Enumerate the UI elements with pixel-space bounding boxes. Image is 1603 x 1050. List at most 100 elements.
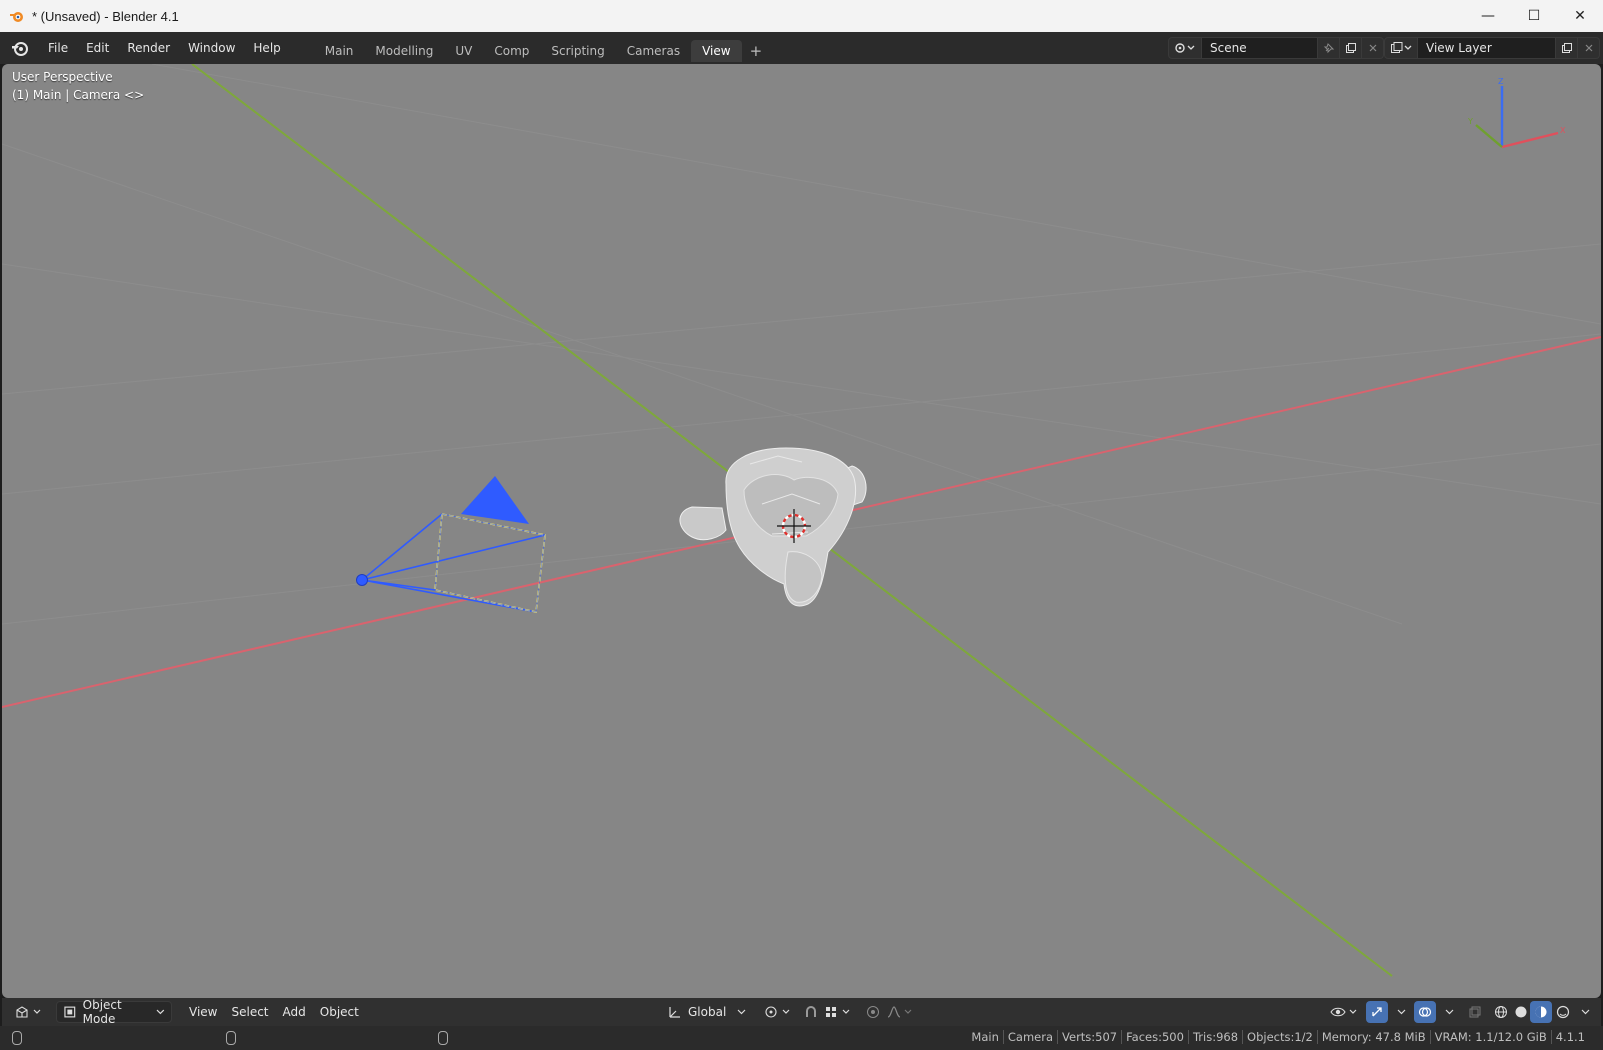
gizmos-toggle-button[interactable] (1366, 1001, 1388, 1023)
header-menu-object[interactable]: Object (313, 1001, 366, 1023)
xray-icon (1469, 1006, 1481, 1018)
visibility-selectability-button[interactable] (1328, 1001, 1362, 1023)
tab-comp[interactable]: Comp (483, 40, 540, 62)
tab-main[interactable]: Main (314, 40, 365, 62)
wireframe-sphere-icon (1495, 1006, 1507, 1018)
transform-orientation-dropdown[interactable]: Global (662, 1001, 752, 1023)
mouse-left-icon (12, 1031, 22, 1045)
status-bar: Main Camera Verts:507 Faces:500 Tris:968… (0, 1026, 1603, 1050)
new-scene-button[interactable] (1340, 37, 1362, 59)
tab-scripting[interactable]: Scripting (540, 40, 615, 62)
snap-grid-icon (826, 1007, 850, 1017)
snap-toggle-button[interactable] (800, 1001, 822, 1023)
editor-type-button[interactable] (12, 1001, 46, 1023)
stat-memory: Memory: 47.8 MiB (1316, 1030, 1430, 1044)
render-layers-icon (1391, 42, 1412, 53)
object-mode-icon (64, 1006, 76, 1018)
solid-sphere-icon (1515, 1006, 1527, 1018)
close-button[interactable]: ✕ (1557, 0, 1603, 32)
menu-help[interactable]: Help (244, 37, 289, 59)
blender-app-icon (10, 12, 23, 22)
tab-cameras[interactable]: Cameras (616, 40, 691, 62)
viewport-context-label: (1) Main | Camera <> (12, 88, 145, 102)
proportional-falloff-button[interactable] (884, 1001, 918, 1023)
overlays-options-button[interactable] (1438, 1001, 1460, 1023)
new-view-layer-button[interactable] (1556, 37, 1578, 59)
camera-object[interactable] (356, 476, 546, 613)
scene-browse-button[interactable] (1168, 37, 1202, 59)
scene-statistics: Main Camera Verts:507 Faces:500 Tris:968… (967, 1030, 1589, 1044)
header-menu-view[interactable]: View (182, 1001, 224, 1023)
magnet-icon (806, 1006, 816, 1017)
viewport-perspective-label: User Perspective (12, 70, 113, 84)
scene-name-field[interactable]: Scene (1202, 37, 1318, 59)
window-titlebar: * (Unsaved) - Blender 4.1 — ☐ ✕ (0, 0, 1603, 32)
header-menu-add[interactable]: Add (276, 1001, 313, 1023)
camera-frame (434, 513, 546, 613)
mouse-middle-icon (226, 1031, 236, 1045)
orientation-global-icon (669, 1007, 680, 1018)
mouse-right-icon (438, 1031, 448, 1045)
chevron-down-icon (1397, 1009, 1405, 1015)
stat-objects: Objects:1/2 (1242, 1030, 1317, 1044)
falloff-curve-icon (887, 1006, 912, 1018)
scene-selector: Scene (1168, 37, 1384, 59)
overlays-toggle-button[interactable] (1414, 1001, 1436, 1023)
gizmos-options-button[interactable] (1390, 1001, 1412, 1023)
chevron-down-icon (737, 1009, 746, 1015)
delete-scene-button[interactable] (1362, 37, 1384, 59)
close-icon (1585, 44, 1592, 52)
eye-icon (1330, 1007, 1357, 1017)
material-sphere-icon (1535, 1006, 1547, 1018)
menu-render[interactable]: Render (118, 37, 179, 59)
minimize-button[interactable]: — (1465, 0, 1511, 32)
stat-active-object: Camera (1002, 1030, 1057, 1044)
camera-origin (356, 574, 368, 586)
maximize-button[interactable]: ☐ (1511, 0, 1557, 32)
view-layer-name-field[interactable]: View Layer (1418, 37, 1556, 59)
duplicate-icon (1345, 43, 1356, 53)
stat-version: 4.1.1 (1550, 1030, 1589, 1044)
tab-uv[interactable]: UV (444, 40, 483, 62)
tab-modelling[interactable]: Modelling (364, 40, 444, 62)
xray-toggle-button[interactable] (1464, 1001, 1486, 1023)
viewport-scene[interactable]: Z X Y (2, 64, 1601, 998)
orientation-label: Global (688, 1005, 727, 1019)
header-menu-select[interactable]: Select (224, 1001, 275, 1023)
proportional-icon (867, 1006, 879, 1018)
blender-logo-icon[interactable] (11, 39, 29, 57)
shading-rendered-button[interactable] (1552, 1001, 1574, 1023)
chevron-down-icon (1445, 1009, 1453, 1015)
snap-target-button[interactable] (822, 1001, 856, 1023)
proportional-editing-button[interactable] (862, 1001, 884, 1023)
shading-material-button[interactable] (1530, 1001, 1552, 1023)
delete-view-layer-button[interactable] (1578, 37, 1600, 59)
pin-scene-button[interactable] (1318, 37, 1340, 59)
navigation-gizmo[interactable]: Z X Y (1467, 77, 1566, 149)
stat-verts: Verts:507 (1057, 1030, 1121, 1044)
shading-options-button[interactable] (1574, 1001, 1596, 1023)
menu-window[interactable]: Window (179, 37, 244, 59)
suzanne-mesh[interactable] (679, 447, 867, 607)
shading-solid-button[interactable] (1510, 1001, 1532, 1023)
overlays-icon (1418, 1007, 1432, 1017)
camera-up-triangle (461, 476, 529, 524)
menu-edit[interactable]: Edit (77, 37, 118, 59)
pin-icon (1323, 43, 1334, 54)
tab-view[interactable]: View (691, 40, 742, 62)
3d-viewport[interactable]: Z X Y User Perspective (1) Main | Camera… (2, 64, 1601, 998)
gizmo-icon (1372, 1007, 1382, 1017)
viewport-header: Object Mode View Select Add Object Globa… (2, 998, 1601, 1026)
view-layer-browse-button[interactable] (1384, 37, 1418, 59)
menu-file[interactable]: File (39, 37, 77, 59)
shading-wireframe-button[interactable] (1490, 1001, 1512, 1023)
mode-dropdown[interactable]: Object Mode (56, 998, 172, 1026)
stat-collection: Main (971, 1030, 999, 1044)
stat-vram: VRAM: 1.1/12.0 GiB (1429, 1030, 1551, 1044)
pivot-point-button[interactable] (762, 1001, 796, 1023)
add-workspace-button[interactable]: + (742, 42, 771, 60)
gizmo-x-label: X (1560, 126, 1566, 135)
workspace-tabs: Main Modelling UV Comp Scripting Cameras… (314, 34, 770, 62)
rendered-sphere-icon (1556, 1005, 1570, 1019)
stat-tris: Tris:968 (1187, 1030, 1242, 1044)
